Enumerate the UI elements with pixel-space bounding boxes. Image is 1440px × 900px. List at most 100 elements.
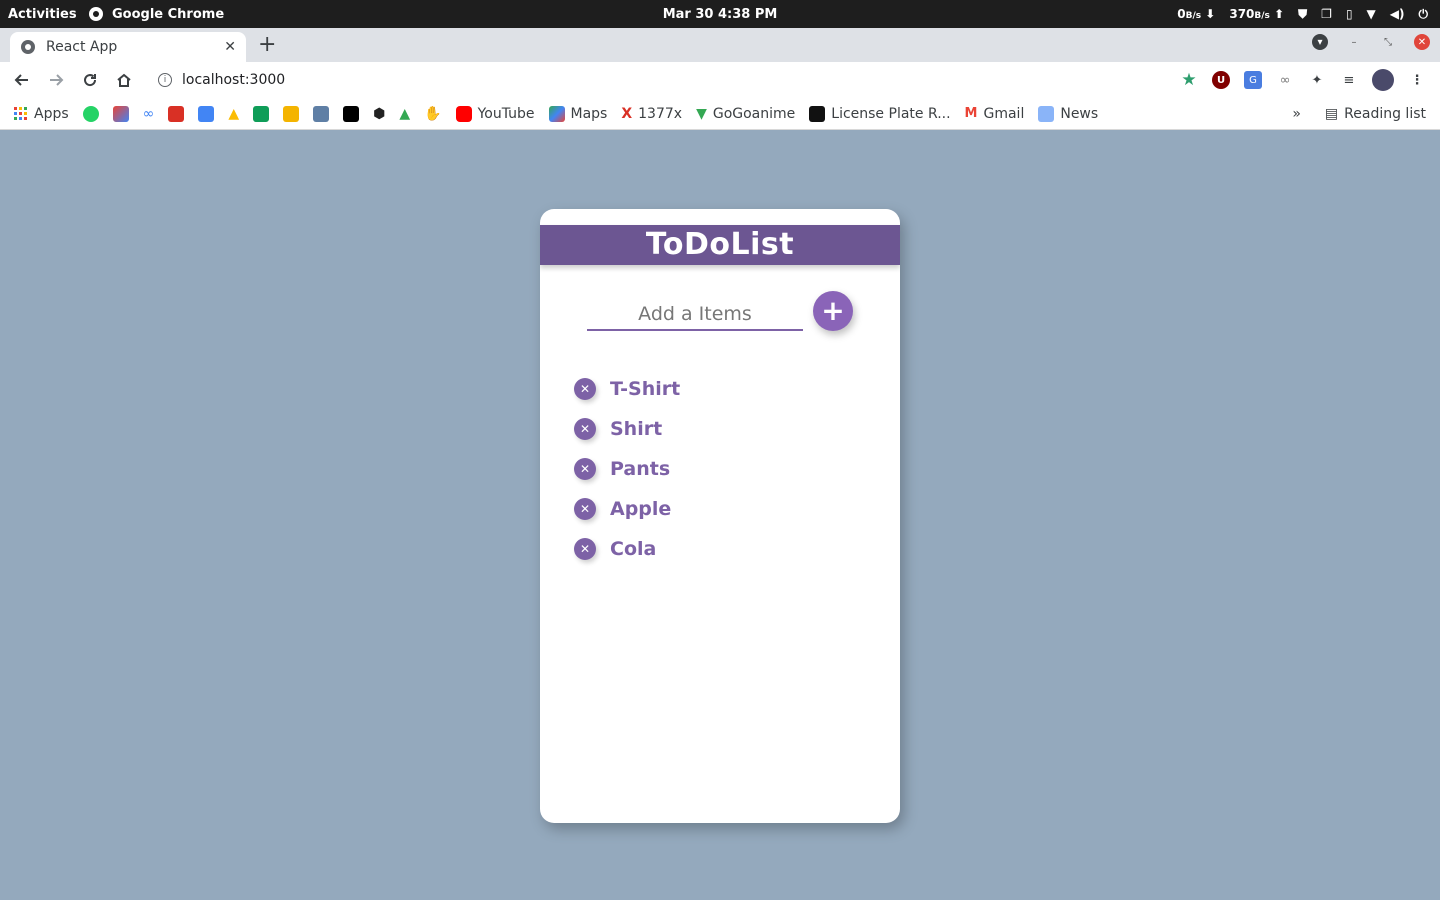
ublock-icon[interactable]: U <box>1212 71 1230 89</box>
reading-list-icon: ▤ <box>1324 105 1339 122</box>
drive-2-icon: ▲ <box>399 105 411 122</box>
link-extension-icon[interactable]: ∞ <box>1276 71 1294 89</box>
delete-icon[interactable]: ✕ <box>574 538 596 560</box>
reload-icon[interactable] <box>80 70 100 90</box>
site-info-icon[interactable]: i <box>158 73 172 87</box>
bookmark-slides[interactable] <box>283 105 300 122</box>
gogoanime-icon: ▼ <box>696 105 707 122</box>
net-up-indicator: 370B/s ⬆ <box>1229 7 1285 21</box>
infinity-icon: ∞ <box>142 105 155 122</box>
p-icon <box>313 105 330 122</box>
bookmark-docs[interactable] <box>198 105 215 122</box>
address-bar[interactable]: i localhost:3000 <box>158 72 285 88</box>
bookmark-license-plate[interactable]: License Plate R... <box>809 105 951 122</box>
red-e-icon <box>168 105 185 122</box>
tab-search-icon[interactable]: ▾ <box>1312 34 1328 50</box>
bookmark-gmail-small[interactable] <box>112 105 129 122</box>
todo-card: ToDoList + ✕ T-Shirt ✕ Shirt ✕ Pants ✕ A… <box>540 209 900 823</box>
url-text[interactable]: localhost:3000 <box>182 72 285 88</box>
news-icon <box>1038 105 1055 122</box>
clock[interactable]: Mar 30 4:38 PM <box>663 7 778 22</box>
bookmark-whatsapp[interactable] <box>82 105 99 122</box>
system-tray[interactable]: 0B/s ⬇ 370B/s ⬆ ⛊ ❐ ▯ ▼ ◀) ⏻ <box>1177 7 1428 22</box>
list-item: ✕ Pants <box>574 449 874 489</box>
bookmark-gmail[interactable]: M Gmail <box>965 106 1025 122</box>
browser-toolbar: i localhost:3000 ★ U G ∞ ✦ ≡ ⋮ <box>0 62 1440 98</box>
back-icon[interactable] <box>12 70 32 90</box>
home-icon[interactable] <box>114 70 134 90</box>
sheets-icon <box>253 105 270 122</box>
shield-icon: ⛊ <box>1298 6 1308 21</box>
apps-grid-icon <box>14 106 27 120</box>
media-queue-icon[interactable]: ≡ <box>1340 71 1358 89</box>
phone-icon: ▯ <box>1345 7 1353 21</box>
bookmark-drive[interactable]: ▲ <box>228 106 239 122</box>
globe-icon <box>21 40 35 54</box>
bookmark-maps[interactable]: Maps <box>548 105 607 122</box>
bookmark-youtube[interactable]: YouTube <box>455 105 535 122</box>
screens-icon: ❐ <box>1321 7 1332 21</box>
item-label: Apple <box>610 498 672 520</box>
app-title: ToDoList <box>540 225 900 265</box>
chrome-icon <box>89 7 103 21</box>
bookmark-infinity[interactable]: ∞ <box>143 106 155 122</box>
bookmark-p[interactable] <box>313 105 330 122</box>
item-label: Cola <box>610 538 657 560</box>
system-top-bar: Activities Google Chrome Mar 30 4:38 PM … <box>0 0 1440 28</box>
new-tab-button[interactable]: + <box>258 34 276 56</box>
hexagon-icon: ⬢ <box>373 105 386 122</box>
item-label: Shirt <box>610 418 663 440</box>
tab-react-app[interactable]: React App ✕ <box>10 32 246 62</box>
menu-icon[interactable]: ⋮ <box>1408 71 1426 89</box>
tab-strip: React App ✕ + ▾ – ⤡ ✕ <box>0 28 1440 62</box>
list-item: ✕ T-Shirt <box>574 369 874 409</box>
net-down-indicator: 0B/s ⬇ <box>1177 7 1216 21</box>
toolbar-icons: ★ U G ∞ ✦ ≡ ⋮ <box>1180 69 1426 91</box>
x-icon: X <box>621 105 633 122</box>
bookmark-medium[interactable] <box>343 105 360 122</box>
restore-icon[interactable]: ⤡ <box>1380 34 1396 50</box>
list-item: ✕ Shirt <box>574 409 874 449</box>
profile-avatar[interactable] <box>1372 69 1394 91</box>
bookmark-gogoanime[interactable]: ▼ GoGoanime <box>696 106 795 122</box>
bookmark-apps[interactable]: Apps <box>14 106 69 122</box>
bookmarks-bar: Apps ∞ ▲ ⬢ ▲ ✋ YouTube Maps X 1377x ▼ Go… <box>0 98 1440 130</box>
bookmark-red[interactable] <box>168 105 185 122</box>
medium-icon <box>343 105 360 122</box>
bookmark-star-icon[interactable]: ★ <box>1180 70 1198 90</box>
minimize-icon[interactable]: – <box>1346 34 1362 50</box>
bookmark-hand[interactable]: ✋ <box>424 106 441 122</box>
add-item-button[interactable]: + <box>813 291 853 331</box>
app-menu[interactable]: Google Chrome <box>88 6 224 22</box>
translate-icon[interactable]: G <box>1244 71 1262 89</box>
forward-icon[interactable] <box>46 70 66 90</box>
gmail-small-icon <box>112 105 129 122</box>
activities-button[interactable]: Activities <box>8 7 77 22</box>
bookmark-drive-2[interactable]: ▲ <box>399 106 410 122</box>
item-label: Pants <box>610 458 671 480</box>
add-item-input[interactable] <box>587 299 803 331</box>
extensions-icon[interactable]: ✦ <box>1308 71 1326 89</box>
delete-icon[interactable]: ✕ <box>574 378 596 400</box>
bookmark-sheets[interactable] <box>253 105 270 122</box>
bookmark-hex[interactable]: ⬢ <box>373 106 385 122</box>
power-icon: ⏻ <box>1418 6 1429 21</box>
maps-icon <box>548 105 565 122</box>
add-item-row: + <box>587 291 857 335</box>
more-bookmarks-icon[interactable]: » <box>1292 106 1301 122</box>
tab-title: React App <box>46 39 118 55</box>
close-window-icon[interactable]: ✕ <box>1414 34 1430 50</box>
delete-icon[interactable]: ✕ <box>574 498 596 520</box>
close-tab-icon[interactable]: ✕ <box>224 39 236 55</box>
bookmark-news[interactable]: News <box>1038 105 1098 122</box>
delete-icon[interactable]: ✕ <box>574 458 596 480</box>
bookmark-1377x[interactable]: X 1377x <box>621 106 682 122</box>
youtube-icon <box>455 105 472 122</box>
delete-icon[interactable]: ✕ <box>574 418 596 440</box>
docs-icon <box>198 105 215 122</box>
reading-list-button[interactable]: ▤ Reading list <box>1325 106 1426 122</box>
item-label: T-Shirt <box>610 378 681 400</box>
license-plate-icon <box>809 105 826 122</box>
list-item: ✕ Cola <box>574 529 874 569</box>
hand-icon: ✋ <box>424 105 442 122</box>
